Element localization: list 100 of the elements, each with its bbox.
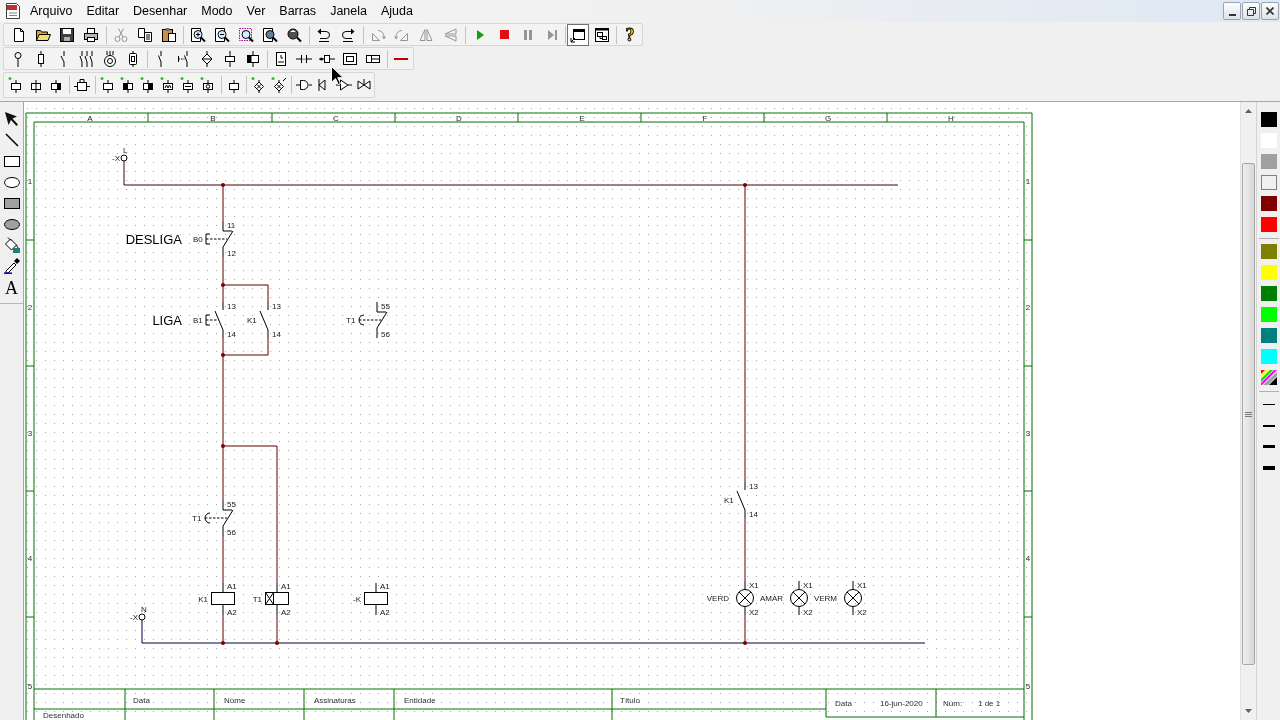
- menu-item[interactable]: Arquivo: [23, 2, 80, 20]
- undo-icon[interactable]: [316, 26, 332, 43]
- window-layout-icon[interactable]: [594, 26, 610, 43]
- color-swatch-icon[interactable]: [1260, 349, 1277, 364]
- line-width-icon[interactable]: [1262, 445, 1275, 448]
- multicolor-swatch-icon[interactable]: [1260, 370, 1277, 385]
- coil-icon[interactable]: [222, 50, 238, 67]
- printer-icon[interactable]: [83, 26, 99, 43]
- color-swatch-icon[interactable]: [1260, 196, 1277, 211]
- menu-item[interactable]: Janela: [323, 2, 374, 20]
- color-swatch-icon[interactable]: [1260, 286, 1277, 301]
- lamp-icon[interactable]: [251, 77, 267, 93]
- restore-button[interactable]: [1242, 2, 1260, 20]
- zoom-area-icon[interactable]: [238, 26, 254, 43]
- color-swatch-icon[interactable]: [1260, 175, 1277, 190]
- junction-dot: [221, 183, 225, 187]
- line-icon[interactable]: [4, 133, 19, 147]
- coil-icon[interactable]: [245, 50, 261, 67]
- pin-number: 55: [227, 500, 236, 509]
- color-swatch-icon[interactable]: [1260, 328, 1277, 343]
- help-button[interactable]: ?: [622, 24, 638, 45]
- junction-dot: [221, 353, 225, 357]
- pin-number: 55: [381, 302, 390, 311]
- text-tool-button[interactable]: A: [5, 279, 18, 297]
- scrollbar-thumb[interactable]: [1242, 163, 1255, 665]
- color-swatch-icon[interactable]: [1260, 265, 1277, 280]
- terminal-name: N: [141, 605, 147, 614]
- component-tag: T1: [346, 316, 356, 325]
- clipboard-icon[interactable]: [161, 26, 177, 43]
- zoom-page-icon[interactable]: [262, 26, 278, 43]
- filled-ellipse-icon[interactable]: [3, 218, 20, 230]
- paint-bucket-icon[interactable]: [3, 237, 20, 253]
- motor-icon[interactable]: [102, 50, 118, 67]
- color-swatch-icon[interactable]: [1260, 154, 1277, 169]
- pin-number: X1: [749, 581, 759, 590]
- menu-item[interactable]: Ver: [239, 2, 273, 20]
- sheet-number-text: 1 de 1: [978, 699, 1001, 708]
- pin-number: 13: [749, 482, 758, 491]
- color-swatch-icon[interactable]: [1260, 307, 1277, 322]
- line-width-icon[interactable]: [1262, 465, 1275, 470]
- rectangle-icon[interactable]: [3, 155, 20, 167]
- filled-rectangle-icon[interactable]: [3, 197, 20, 209]
- stop-icon[interactable]: [499, 30, 509, 39]
- menu-item[interactable]: Barras: [272, 2, 324, 20]
- button-caption: LIGA: [152, 312, 182, 328]
- color-swatch-icon[interactable]: [1260, 112, 1277, 127]
- zoom-out-icon[interactable]: [214, 26, 230, 43]
- pin-number: 12: [227, 249, 236, 258]
- menu-item[interactable]: Desenhar: [126, 2, 195, 20]
- three-pole-switch-icon[interactable]: [79, 50, 95, 67]
- pin-number: 11: [227, 221, 236, 230]
- coil-icon[interactable]: [100, 77, 116, 93]
- coil-icon[interactable]: [226, 77, 242, 93]
- lamp-icon[interactable]: [271, 77, 287, 93]
- restore-icon: [1246, 6, 1256, 16]
- redo-icon[interactable]: [340, 26, 356, 43]
- valve-icon[interactable]: [356, 77, 372, 93]
- box-icon[interactable]: [342, 50, 358, 67]
- scroll-down-icon[interactable]: [1245, 709, 1252, 713]
- coil-icon[interactable]: [28, 77, 44, 93]
- zoom-in-icon[interactable]: [190, 26, 206, 43]
- coil-icon[interactable]: [48, 77, 64, 93]
- scroll-up-icon[interactable]: [1245, 109, 1252, 113]
- pointer-icon[interactable]: [5, 112, 18, 126]
- document-icon[interactable]: [11, 26, 27, 43]
- menu-item[interactable]: Editar: [79, 2, 127, 20]
- terminal-symbol: [138, 613, 146, 621]
- minimize-button[interactable]: [1223, 2, 1241, 20]
- timer-icon[interactable]: [273, 50, 289, 67]
- gate-icon[interactable]: [296, 77, 312, 93]
- component-tag: VERD: [706, 594, 729, 603]
- menu-item[interactable]: Ajuda: [373, 2, 420, 20]
- color-swatch-icon[interactable]: [1260, 217, 1277, 232]
- line-width-icon[interactable]: [1262, 404, 1275, 405]
- triangle-icon[interactable]: [336, 77, 352, 93]
- color-swatch-icon[interactable]: [1260, 244, 1277, 259]
- coil-icon[interactable]: [140, 77, 156, 93]
- close-button[interactable]: [1261, 2, 1279, 20]
- copy-icon[interactable]: [137, 26, 153, 43]
- diamond-icon[interactable]: [199, 50, 215, 67]
- window-icon[interactable]: [567, 23, 589, 46]
- component-tag: -K: [353, 595, 361, 604]
- line-width-icon[interactable]: [1262, 424, 1275, 427]
- coil-icon[interactable]: [8, 77, 24, 93]
- menu-item[interactable]: Modo: [194, 2, 240, 20]
- ellipse-icon[interactable]: [3, 176, 20, 188]
- column-label: D: [456, 113, 462, 123]
- coil-icon[interactable]: [120, 77, 136, 93]
- coil-icon[interactable]: [180, 77, 196, 93]
- pin-number: 14: [749, 510, 758, 519]
- terminal-name: L: [123, 146, 128, 155]
- relay-icon[interactable]: [74, 77, 90, 93]
- column-label: A: [87, 113, 93, 123]
- magnifier-icon[interactable]: [286, 26, 302, 43]
- coil-icon[interactable]: [160, 77, 176, 93]
- column-label: H: [948, 113, 954, 123]
- component-tag: T1: [252, 595, 262, 604]
- coil-icon[interactable]: [200, 77, 216, 93]
- play-icon[interactable]: [476, 29, 484, 40]
- eyedropper-icon[interactable]: [3, 258, 20, 274]
